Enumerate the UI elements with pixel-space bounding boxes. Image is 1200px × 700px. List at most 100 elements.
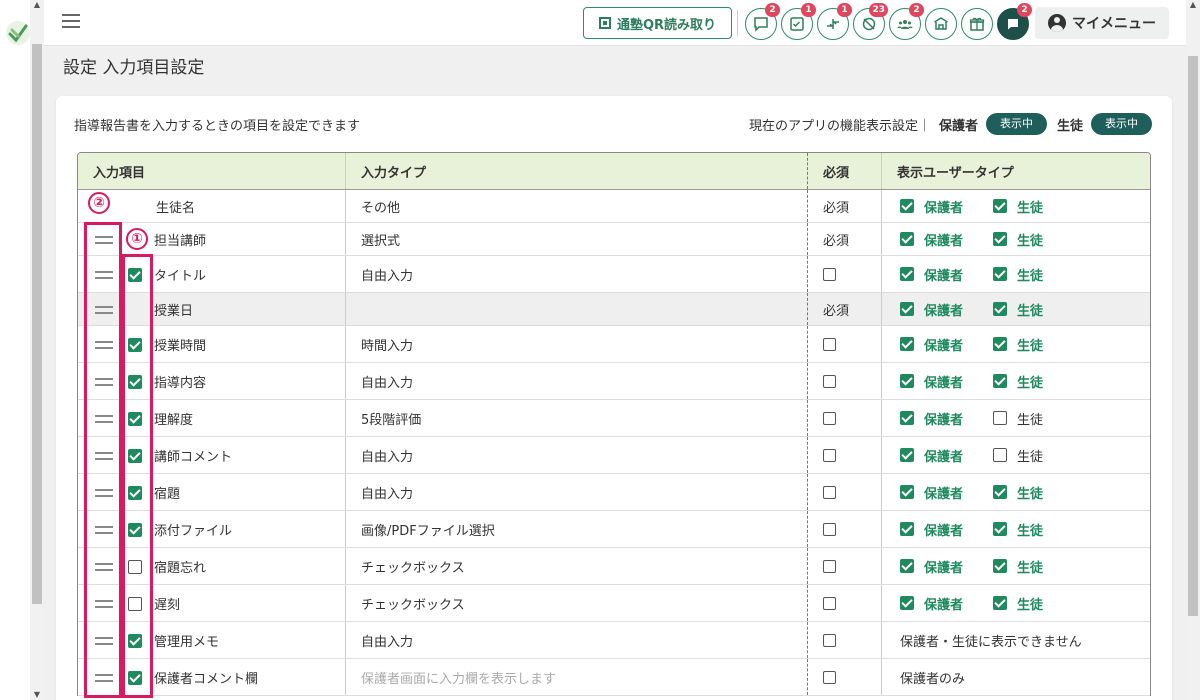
hamburger-menu-icon[interactable] <box>62 14 80 30</box>
student-checkbox[interactable] <box>993 411 1008 425</box>
required-checkbox[interactable] <box>823 559 836 573</box>
student-label: 生徒 <box>1056 118 1083 134</box>
student-checkbox[interactable] <box>993 559 1008 573</box>
student-checkbox[interactable] <box>993 302 1008 316</box>
guardian-checkbox[interactable] <box>900 232 914 246</box>
required-cell: 必須 <box>808 223 882 255</box>
absence-icon-button[interactable]: 23 <box>853 3 888 40</box>
table-row: 添付ファイル 画像/PDFファイル選択 保護者 生徒 <box>78 511 1150 548</box>
required-checkbox[interactable] <box>823 448 836 462</box>
required-text: 必須 <box>823 200 850 216</box>
student-label: 生徒 <box>1017 200 1044 216</box>
guardian-checkbox[interactable] <box>900 448 914 462</box>
user-type-cell: 保護者・生徒に表示できません <box>882 622 1150 658</box>
annotation-marker-two: ② <box>88 192 110 214</box>
right-scrollbar[interactable]: ▲ <box>1186 0 1200 700</box>
input-type-cell: チェックボックス <box>346 585 808 621</box>
input-type-cell: 自由入力 <box>346 437 808 473</box>
input-type-cell: 自由入力 <box>346 256 808 292</box>
required-checkbox[interactable] <box>823 596 836 610</box>
app-setting-label: 現在のアプリの機能表示設定｜ <box>748 118 931 134</box>
item-name: 添付ファイル <box>154 523 233 539</box>
guardian-checkbox[interactable] <box>900 337 914 351</box>
input-type-cell: 選択式 <box>346 223 808 255</box>
guardian-display-pill[interactable]: 表示中 <box>985 113 1047 135</box>
table-row: 講師コメント 自由入力 保護者 生徒 <box>78 437 1150 474</box>
guardian-checkbox[interactable] <box>900 411 914 425</box>
user-type-cell: 保護者 生徒 <box>882 548 1150 584</box>
student-checkbox[interactable] <box>993 596 1008 610</box>
annotation-marker-one: ① <box>126 228 148 250</box>
user-type-cell: 保護者 生徒 <box>882 400 1150 436</box>
scroll-down-icon[interactable]: ▼ <box>30 690 44 700</box>
scroll-up-icon[interactable]: ▲ <box>1186 0 1200 10</box>
guardian-checkbox[interactable] <box>900 596 914 610</box>
group-icon-button[interactable]: 2 <box>889 3 924 40</box>
required-checkbox[interactable] <box>823 522 836 536</box>
student-label: 生徒 <box>1017 268 1044 284</box>
guardian-checkbox[interactable] <box>900 522 914 536</box>
left-scrollbar[interactable]: ▲ ▼ <box>30 0 44 700</box>
user-type-note: 保護者・生徒に表示できません <box>900 634 1082 650</box>
scroll-thumb[interactable] <box>32 44 42 604</box>
notification-badge: 2 <box>1017 3 1032 17</box>
guardian-checkbox[interactable] <box>900 485 914 499</box>
required-checkbox[interactable] <box>823 374 836 388</box>
item-name: 管理用メモ <box>154 634 220 650</box>
student-checkbox[interactable] <box>993 485 1008 499</box>
table-header: 入力項目 入力タイプ 必須 表示ユーザータイプ <box>78 153 1150 190</box>
student-label: 生徒 <box>1017 597 1044 613</box>
notification-badge: 1 <box>801 3 816 17</box>
chat-icon-button[interactable]: 2 <box>745 3 780 40</box>
gift-icon-button[interactable] <box>961 8 993 40</box>
guardian-checkbox[interactable] <box>900 559 914 573</box>
guardian-checkbox[interactable] <box>900 267 914 281</box>
student-checkbox[interactable] <box>993 232 1008 246</box>
guardian-checkbox[interactable] <box>900 302 914 316</box>
checklist-icon-button[interactable]: 1 <box>781 3 816 40</box>
my-menu-button[interactable]: マイメニュー <box>1035 7 1169 39</box>
input-type-cell: 自由入力 <box>346 622 808 658</box>
transfer-icon <box>827 19 839 29</box>
guardian-checkbox[interactable] <box>900 374 914 388</box>
guardian-label: 保護者 <box>924 338 964 354</box>
item-name: 生徒名 <box>156 200 196 216</box>
student-display-pill[interactable]: 表示中 <box>1091 113 1152 135</box>
item-cell: 生徒名 <box>78 190 346 222</box>
required-cell <box>808 548 882 584</box>
required-checkbox[interactable] <box>823 267 836 281</box>
required-cell <box>808 326 882 362</box>
student-label: 生徒 <box>1017 303 1044 319</box>
gift-icon <box>969 17 985 31</box>
required-checkbox[interactable] <box>823 337 836 351</box>
input-type-cell: 自由入力 <box>346 363 808 399</box>
scroll-up-icon[interactable]: ▲ <box>30 0 44 10</box>
student-label: 生徒 <box>1017 560 1044 576</box>
required-checkbox[interactable] <box>823 633 836 647</box>
scroll-thumb[interactable] <box>1188 56 1198 616</box>
item-name: 宿題忘れ <box>154 560 207 576</box>
notification-badge: 1 <box>837 3 852 17</box>
transfer-icon-button[interactable]: 1 <box>817 3 852 40</box>
student-checkbox[interactable] <box>993 374 1008 388</box>
student-checkbox[interactable] <box>993 199 1008 213</box>
required-checkbox[interactable] <box>823 485 836 499</box>
student-checkbox[interactable] <box>993 522 1008 536</box>
qr-scan-button[interactable]: 通塾QR読み取り <box>583 7 732 39</box>
app-logo-icon[interactable] <box>5 20 31 46</box>
student-label: 生徒 <box>1017 449 1044 465</box>
student-checkbox[interactable] <box>993 337 1008 351</box>
table-row: 指導内容 自由入力 保護者 生徒 <box>78 363 1150 400</box>
guardian-checkbox[interactable] <box>900 199 914 213</box>
message-icon-button[interactable]: 2 <box>997 3 1032 40</box>
student-checkbox[interactable] <box>993 267 1008 281</box>
required-checkbox[interactable] <box>823 670 836 684</box>
school-icon-button[interactable] <box>925 8 957 40</box>
user-type-cell: 保護者 生徒 <box>882 256 1150 292</box>
table-row: 理解度 5段階評価 保護者 生徒 <box>78 400 1150 437</box>
user-type-cell: 保護者 生徒 <box>882 326 1150 362</box>
guardian-label: 保護者 <box>924 523 964 539</box>
student-checkbox[interactable] <box>993 448 1008 462</box>
required-checkbox[interactable] <box>823 411 836 425</box>
input-items-table: 入力項目 入力タイプ 必須 表示ユーザータイプ 生徒名 その他 必須 保護者 生徒 担当講… <box>77 152 1151 696</box>
